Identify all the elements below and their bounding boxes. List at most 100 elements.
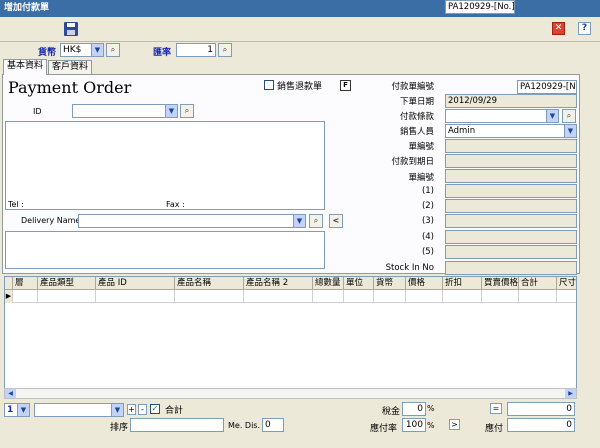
tel-label: Tel :: [8, 200, 24, 209]
id-label: ID: [33, 107, 42, 116]
payment-no-field-2[interactable]: PA120929-[No: [517, 80, 577, 94]
grid-cell[interactable]: [443, 290, 482, 303]
rate-payable-input[interactable]: 100: [402, 418, 426, 432]
sales-return-checkbox[interactable]: [264, 80, 274, 90]
currency-label: 貨幣: [38, 48, 57, 58]
scroll-left-icon[interactable]: ◀: [5, 389, 16, 398]
horizontal-scrollbar[interactable]: ◀ ▶: [4, 388, 577, 399]
subtotal-field[interactable]: 0: [507, 402, 575, 416]
rate-input[interactable]: 1: [176, 43, 216, 57]
item-type-select[interactable]: ▼: [34, 403, 124, 417]
grid-cell[interactable]: [175, 290, 244, 303]
total-checkbox[interactable]: ✓: [150, 404, 160, 414]
close-icon[interactable]: ✕: [552, 22, 565, 35]
grid-cell[interactable]: [244, 290, 313, 303]
grid-cell[interactable]: [344, 290, 374, 303]
payable-field[interactable]: 0: [507, 418, 575, 432]
customer-address-box[interactable]: [5, 121, 325, 210]
currency-select[interactable]: HK$ ▼: [60, 43, 104, 57]
add-row-button[interactable]: +: [127, 404, 136, 415]
custom-3-field[interactable]: [445, 214, 577, 228]
scroll-right-icon[interactable]: ▶: [565, 389, 576, 398]
order-no-2-label: 單編號: [408, 173, 434, 183]
equals-button[interactable]: =: [490, 403, 502, 414]
f-button[interactable]: F: [340, 80, 351, 91]
rate-lookup-button[interactable]: ⌕: [218, 43, 232, 57]
apply-rate-button[interactable]: >: [449, 419, 460, 430]
grid-cell[interactable]: [406, 290, 443, 303]
chevron-down-icon[interactable]: ▼: [293, 215, 305, 227]
payment-terms-lookup-button[interactable]: ⌕: [562, 109, 576, 123]
page-title: Payment Order: [8, 78, 132, 97]
chevron-down-icon[interactable]: ▼: [564, 125, 576, 137]
delivery-back-button[interactable]: <: [329, 214, 343, 228]
total-checkbox-label: 合計: [165, 406, 184, 416]
delivery-name-select[interactable]: ▼: [78, 214, 306, 228]
col-header[interactable]: 買賣價格: [482, 277, 519, 290]
tax-input[interactable]: 0: [402, 402, 426, 416]
order-no-field[interactable]: [445, 139, 577, 153]
grid-cell[interactable]: [313, 290, 344, 303]
table-row[interactable]: ▶: [5, 290, 576, 303]
order-no-2-field[interactable]: [445, 169, 577, 183]
col-header[interactable]: 合計: [519, 277, 557, 290]
chevron-down-icon[interactable]: ▼: [165, 105, 177, 117]
due-date-field[interactable]: [445, 154, 577, 168]
rate-payable-percent-label: %: [427, 421, 435, 430]
col-header[interactable]: 產品名稱 2: [244, 277, 313, 290]
payment-no-field[interactable]: PA120929-[No.]: [445, 0, 515, 14]
col-header[interactable]: 產品 ID: [96, 277, 175, 290]
me-dis-input[interactable]: 0: [262, 418, 284, 432]
chevron-down-icon[interactable]: ▼: [91, 44, 103, 56]
grid-cell[interactable]: [557, 290, 576, 303]
chevron-down-icon[interactable]: ▼: [111, 404, 123, 416]
grid-cell[interactable]: [374, 290, 406, 303]
col-header[interactable]: 貨幣: [374, 277, 406, 290]
col-header[interactable]: 層: [13, 277, 38, 290]
customer-id-lookup-button[interactable]: ⌕: [180, 104, 194, 118]
order-no-label: 單編號: [408, 142, 434, 152]
delivery-address-box[interactable]: [5, 231, 325, 269]
col-header[interactable]: 產品類型: [38, 277, 96, 290]
col-header[interactable]: 尺寸: [557, 277, 576, 290]
custom-1-field[interactable]: [445, 184, 577, 198]
col-header[interactable]: 總數量: [313, 277, 344, 290]
order-date-field[interactable]: 2012/09/29: [445, 94, 577, 108]
sort-input[interactable]: [130, 418, 224, 432]
save-icon[interactable]: [64, 22, 78, 36]
salesperson-label: 銷售人員: [399, 127, 434, 137]
customer-id-select[interactable]: ▼: [72, 104, 178, 118]
grid-cell[interactable]: [482, 290, 519, 303]
stock-in-no-field[interactable]: [445, 261, 577, 275]
col-header[interactable]: 單位: [344, 277, 374, 290]
payment-terms-select[interactable]: ▼: [445, 109, 559, 123]
chevron-down-icon[interactable]: ▼: [17, 404, 29, 416]
items-grid[interactable]: 層 產品類型 產品 ID 產品名稱 產品名稱 2 總數量 單位 貨幣 價格 折扣…: [4, 276, 577, 399]
custom-1-label: (1): [421, 186, 434, 196]
grid-cell[interactable]: [38, 290, 96, 303]
grid-cell[interactable]: [13, 290, 38, 303]
custom-5-label: (5): [421, 247, 434, 257]
currency-lookup-button[interactable]: ⌕: [106, 43, 120, 57]
salesperson-select[interactable]: Admin ▼: [445, 124, 577, 138]
level-select[interactable]: 1 ▼: [4, 403, 30, 417]
row-pointer-icon: ▶: [5, 290, 13, 303]
grid-cell[interactable]: [519, 290, 557, 303]
custom-4-field[interactable]: [445, 230, 577, 244]
help-icon[interactable]: ?: [578, 22, 591, 35]
delivery-lookup-button[interactable]: ⌕: [309, 214, 323, 228]
order-date-label: 下單日期: [399, 97, 434, 107]
chevron-down-icon[interactable]: ▼: [546, 110, 558, 122]
col-header[interactable]: 折扣: [443, 277, 482, 290]
col-header[interactable]: 產品名稱: [175, 277, 244, 290]
payment-terms-label: 付款條款: [399, 112, 434, 122]
sort-label: 排序: [110, 423, 129, 433]
grid-cell[interactable]: [96, 290, 175, 303]
tab-basic-info[interactable]: 基本資料: [3, 59, 48, 75]
rate-payable-label: 應付率: [370, 424, 398, 434]
remove-row-button[interactable]: -: [138, 404, 147, 415]
custom-5-field[interactable]: [445, 245, 577, 259]
custom-2-field[interactable]: [445, 199, 577, 213]
tab-customer-info[interactable]: 客戶資料: [48, 60, 93, 74]
col-header[interactable]: 價格: [406, 277, 443, 290]
